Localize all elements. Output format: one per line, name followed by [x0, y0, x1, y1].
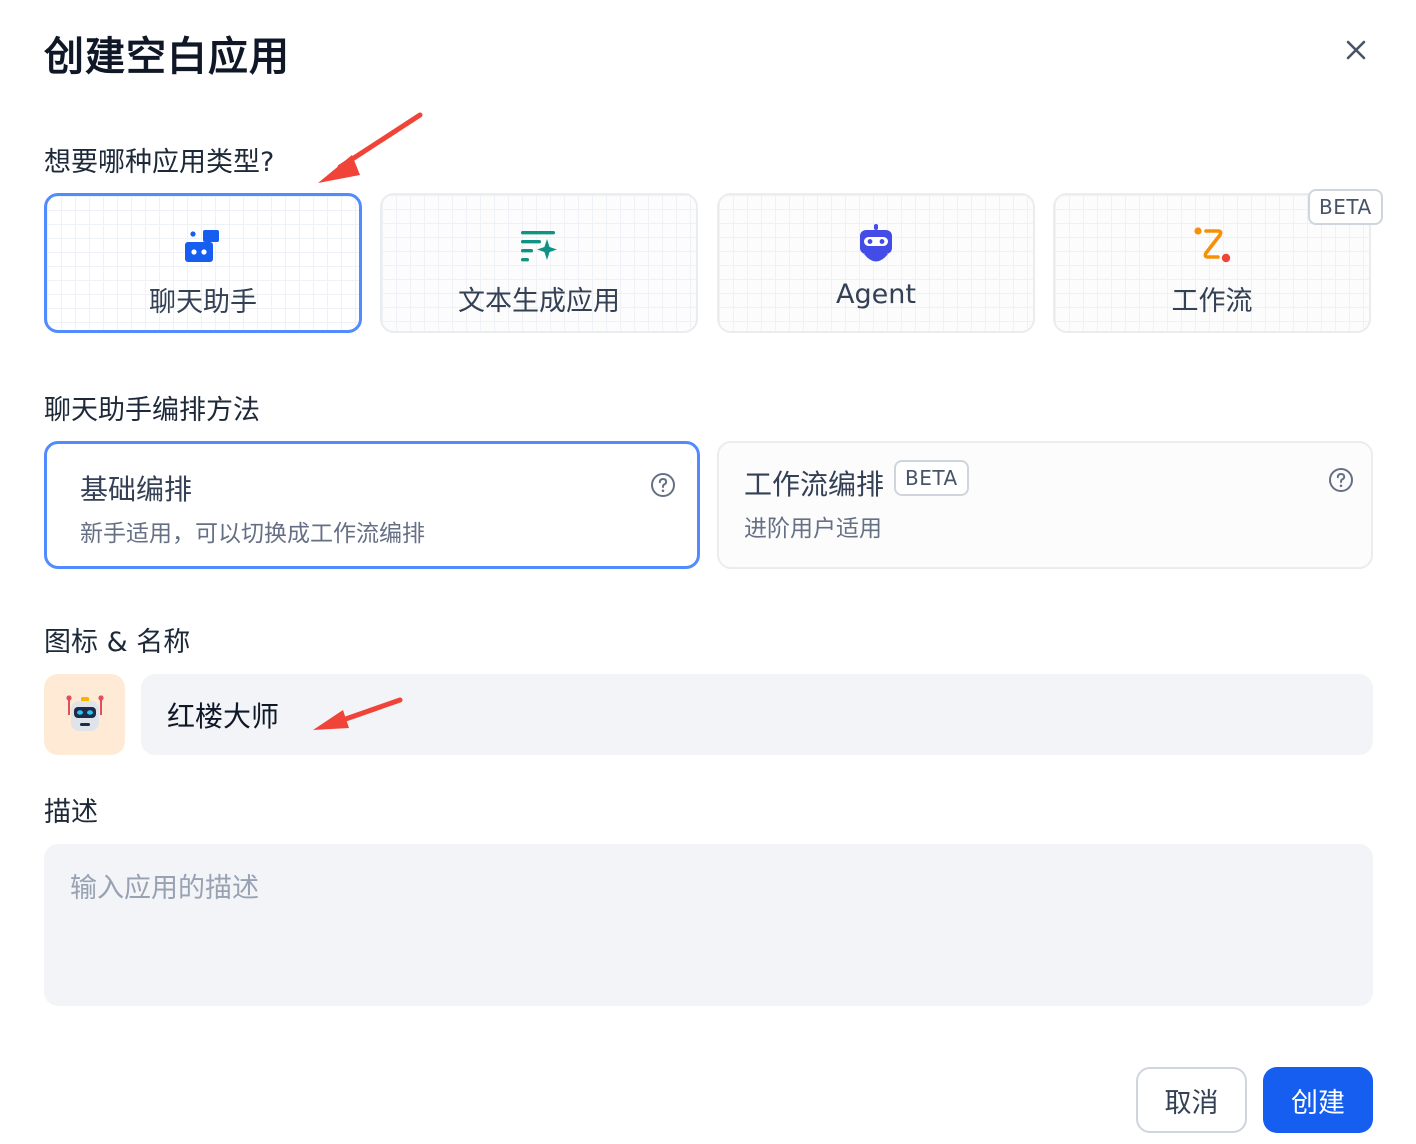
app-type-question: 想要哪种应用类型? [44, 147, 275, 178]
app-name-input[interactable] [141, 674, 1373, 755]
mode-title: 工作流编排 [744, 468, 885, 501]
beta-badge: BETA [1308, 189, 1383, 225]
mode-description: 新手适用，可以切换成工作流编排 [80, 521, 425, 547]
robot-emoji-icon [65, 694, 104, 731]
type-label: 文本生成应用 [458, 286, 620, 317]
type-label: Agent [836, 279, 916, 310]
annotation-arrow [318, 112, 423, 183]
close-icon [1346, 40, 1366, 60]
workflow-icon [1194, 227, 1231, 263]
mode-card-basic[interactable]: 基础编排 新手适用，可以切换成工作流编排 [44, 441, 700, 569]
close-button[interactable] [1336, 30, 1376, 70]
mode-card-workflow[interactable]: 工作流编排 BETA 进阶用户适用 [717, 441, 1373, 569]
type-label: 聊天助手 [149, 287, 257, 318]
robot-icon [860, 224, 892, 262]
type-card-agent[interactable]: Agent [717, 193, 1035, 333]
help-icon[interactable] [1328, 467, 1354, 493]
orchestration-label: 聊天助手编排方法 [44, 395, 260, 426]
app-icon-picker[interactable] [44, 674, 125, 755]
cancel-button[interactable]: 取消 [1136, 1067, 1247, 1133]
create-button[interactable]: 创建 [1263, 1067, 1373, 1133]
help-icon[interactable] [650, 472, 676, 498]
dialog-title: 创建空白应用 [44, 34, 290, 80]
mode-title: 基础编排 [80, 473, 193, 506]
icon-name-label: 图标 & 名称 [44, 627, 191, 658]
beta-badge: BETA [894, 460, 969, 496]
type-card-chatbot[interactable]: 聊天助手 [44, 193, 362, 333]
text-generation-icon [521, 231, 557, 262]
description-input[interactable] [44, 844, 1373, 1006]
mode-description: 进阶用户适用 [744, 516, 882, 542]
type-label: 工作流 [1171, 286, 1253, 317]
description-label: 描述 [44, 797, 98, 828]
type-card-text-generation[interactable]: 文本生成应用 [380, 193, 698, 333]
chat-bot-icon [185, 230, 219, 262]
